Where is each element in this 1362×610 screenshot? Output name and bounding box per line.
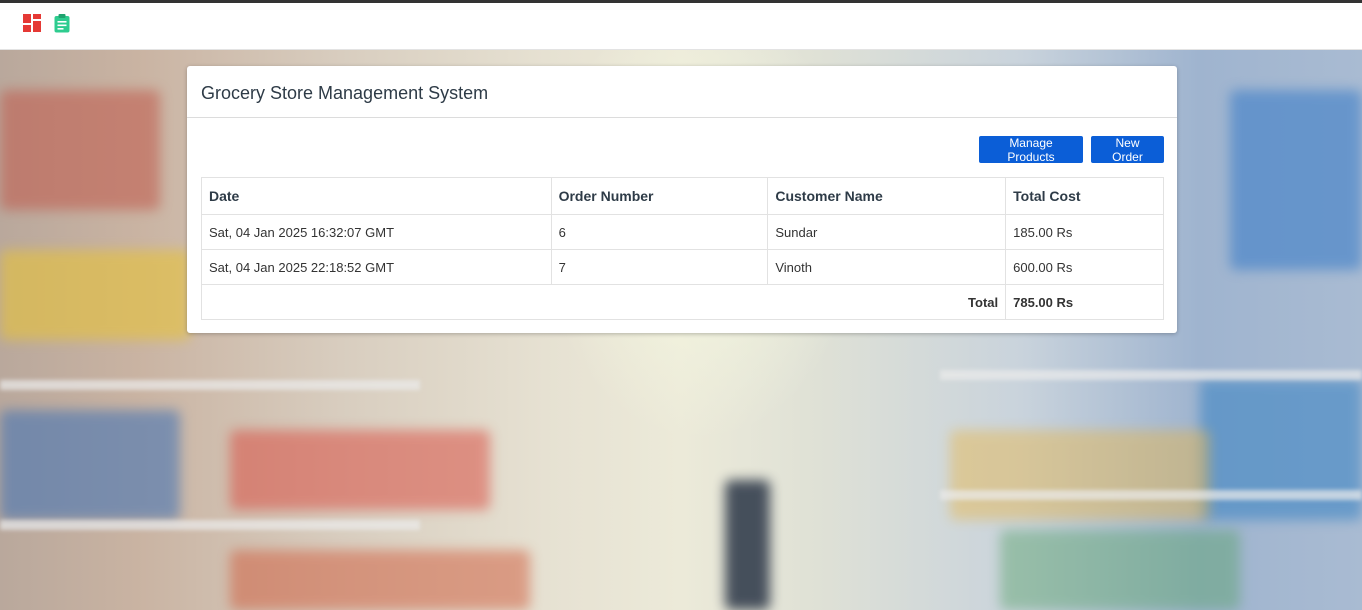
header-total-cost: Total Cost	[1005, 177, 1164, 215]
table-row: Sat, 04 Jan 2025 16:32:07 GMT 6 Sundar 1…	[201, 214, 1164, 250]
table-row: Sat, 04 Jan 2025 22:18:52 GMT 7 Vinoth 6…	[201, 249, 1164, 285]
customer-name: Sundar	[767, 214, 1007, 250]
navbar	[0, 3, 1362, 50]
clipboard-icon[interactable]	[52, 13, 72, 33]
dashboard-icon[interactable]	[22, 13, 42, 33]
header-order-number: Order Number	[550, 177, 769, 215]
header-date: Date	[201, 177, 552, 215]
page-title: Grocery Store Management System	[187, 66, 1177, 118]
total-cost: 185.00 Rs	[1005, 214, 1164, 250]
order-number: 6	[550, 214, 769, 250]
table-total-row: Total 785.00 Rs	[200, 284, 1164, 320]
orders-table: Date Order Number Customer Name Total Co…	[200, 177, 1164, 320]
total-label: Total	[200, 284, 1007, 320]
order-number: 7	[550, 249, 769, 285]
orders-card: Grocery Store Management System Manage P…	[187, 66, 1177, 333]
customer-name: Vinoth	[767, 249, 1007, 285]
order-date: Sat, 04 Jan 2025 22:18:52 GMT	[201, 249, 552, 285]
manage-products-button[interactable]: Manage Products	[979, 136, 1083, 164]
header-customer-name: Customer Name	[767, 177, 1007, 215]
total-cost: 600.00 Rs	[1005, 249, 1164, 285]
table-header-row: Date Order Number Customer Name Total Co…	[201, 177, 1164, 215]
grand-total-value: 785.00 Rs	[1005, 284, 1164, 320]
new-order-button[interactable]: New Order	[1091, 136, 1164, 164]
order-date: Sat, 04 Jan 2025 16:32:07 GMT	[201, 214, 552, 250]
